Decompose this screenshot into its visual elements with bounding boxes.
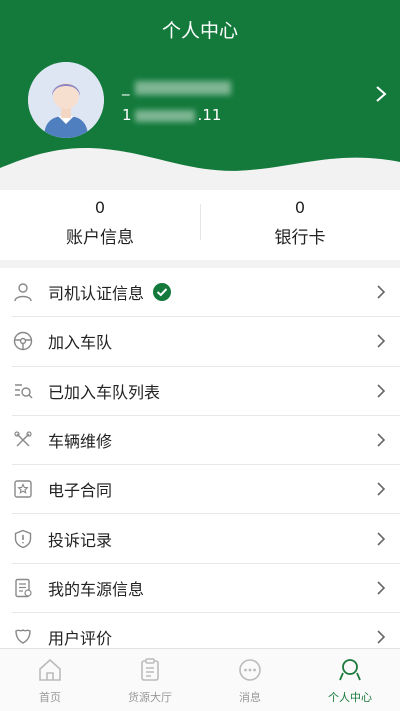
- tools-icon: [12, 429, 34, 451]
- divider: [200, 204, 201, 240]
- tab-label: 首页: [39, 691, 61, 704]
- tab-cargo-hall[interactable]: 货源大厅: [100, 649, 200, 711]
- document-icon: [12, 577, 34, 599]
- stat-bank-card[interactable]: 0 银行卡: [200, 190, 400, 260]
- user-phone: 1.11: [122, 106, 222, 124]
- menu-item-label: 投诉记录: [48, 530, 113, 550]
- user-icon: [339, 659, 361, 681]
- menu-item-label: 司机认证信息: [48, 284, 145, 304]
- chevron-right-icon: [376, 580, 386, 600]
- tab-label: 消息: [239, 691, 261, 704]
- rating-icon: [12, 626, 34, 648]
- message-icon: [239, 659, 261, 681]
- list-search-icon: [12, 380, 34, 402]
- menu-item-joined-fleets[interactable]: 已加入车队列表: [12, 367, 400, 416]
- menu-item-label: 车辆维修: [48, 432, 113, 452]
- account-stats: 0 账户信息 0 银行卡: [0, 190, 400, 260]
- redacted-name: [134, 80, 231, 95]
- menu-item-label: 用户评价: [48, 629, 113, 648]
- stat-account-info[interactable]: 0 账户信息: [0, 190, 200, 260]
- tab-label: 个人中心: [328, 691, 372, 704]
- bottom-tab-bar: 首页 货源大厅 消息 个人中心: [0, 648, 400, 711]
- tab-personal-center[interactable]: 个人中心: [300, 649, 400, 711]
- menu-item-my-vehicle-info[interactable]: 我的车源信息: [12, 564, 400, 614]
- chevron-right-icon: [376, 333, 386, 353]
- shield-alert-icon: [12, 528, 34, 550]
- tab-home[interactable]: 首页: [0, 649, 100, 711]
- user-name: _: [122, 78, 231, 96]
- stat-value: 0: [294, 198, 306, 217]
- profile-header: 个人中心 _ 1.11: [0, 0, 400, 190]
- menu-item-driver-verification[interactable]: 司机认证信息: [12, 268, 400, 318]
- clipboard-icon: [141, 658, 159, 681]
- chevron-right-icon: [376, 432, 386, 452]
- menu-item-vehicle-repair[interactable]: 车辆维修: [12, 416, 400, 466]
- person-icon: [12, 281, 34, 303]
- steering-wheel-icon: [12, 330, 34, 352]
- stat-value: 0: [94, 198, 106, 217]
- stat-label: 账户信息: [66, 228, 134, 248]
- chevron-right-icon: [376, 383, 386, 403]
- tab-messages[interactable]: 消息: [200, 649, 300, 711]
- home-icon: [39, 658, 61, 681]
- chevron-right-icon: [376, 481, 386, 501]
- avatar[interactable]: [28, 62, 104, 138]
- chevron-right-icon: [376, 629, 386, 648]
- menu-item-complaints[interactable]: 投诉记录: [12, 514, 400, 564]
- menu-item-user-reviews[interactable]: 用户评价: [12, 613, 400, 648]
- contract-icon: [12, 478, 34, 500]
- chevron-right-icon: [376, 284, 386, 304]
- page-title: 个人中心: [161, 20, 238, 42]
- redacted-phone: [134, 109, 195, 122]
- avatar-illustration-icon: [28, 62, 104, 138]
- profile-chevron-right-icon[interactable]: [374, 84, 388, 108]
- menu-item-label: 加入车队: [48, 333, 113, 353]
- menu-list: 司机认证信息 加入车队 已加入车队列表 车辆维修 电子合同 投诉记录 我的车源信…: [0, 268, 400, 648]
- verified-check-icon: [152, 282, 172, 302]
- menu-item-label: 我的车源信息: [48, 579, 145, 599]
- stat-label: 银行卡: [274, 228, 326, 248]
- menu-item-join-fleet[interactable]: 加入车队: [12, 317, 400, 367]
- menu-item-label: 电子合同: [48, 481, 113, 501]
- chevron-right-icon: [376, 531, 386, 551]
- menu-item-label: 已加入车队列表: [48, 382, 161, 402]
- tab-label: 货源大厅: [128, 691, 172, 704]
- menu-item-e-contract[interactable]: 电子合同: [12, 465, 400, 515]
